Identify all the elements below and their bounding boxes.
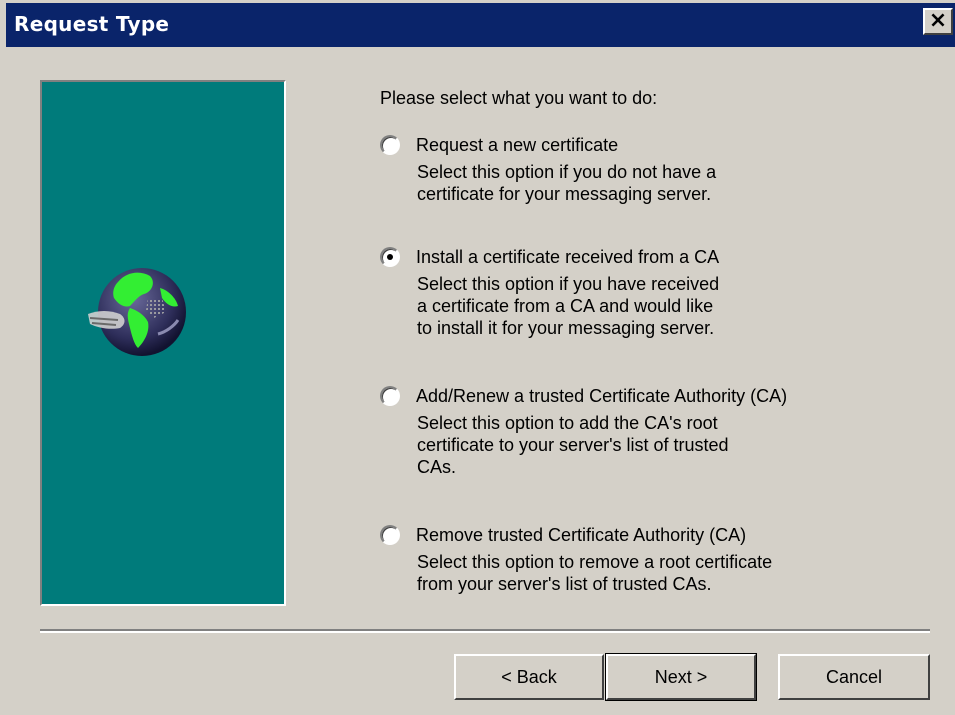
radio-row[interactable]: Request a new certificate (380, 132, 920, 158)
close-button[interactable]: × (923, 8, 953, 35)
description-line: certificate for your messaging server. (417, 184, 712, 204)
description-line: a certificate from a CA and would like (417, 296, 714, 316)
option-description: Select this option to add the CA's root … (417, 412, 920, 478)
option-label[interactable]: Remove trusted Certificate Authority (CA… (416, 525, 746, 546)
wizard-side-panel (40, 80, 286, 606)
option-description: Select this option to remove a root cert… (417, 551, 920, 595)
request-type-dialog: Request Type × Please select what you wa… (0, 0, 955, 715)
radio-request-new-certificate[interactable] (380, 135, 400, 155)
option-install-certificate: Install a certificate received from a CA… (380, 244, 920, 339)
cancel-button[interactable]: Cancel (778, 654, 930, 700)
back-button[interactable]: < Back (454, 654, 604, 700)
radio-row[interactable]: Install a certificate received from a CA (380, 244, 920, 270)
title-bar[interactable]: Request Type (0, 0, 955, 47)
close-icon: × (928, 8, 948, 33)
option-label[interactable]: Add/Renew a trusted Certificate Authorit… (416, 386, 787, 407)
globe-icon (88, 268, 186, 356)
option-description: Select this option if you have received … (417, 273, 920, 339)
instruction-text: Please select what you want to do: (380, 88, 658, 108)
radio-remove-trusted-ca[interactable] (380, 525, 400, 545)
separator (40, 629, 930, 633)
description-line: CAs. (417, 457, 457, 477)
radio-row[interactable]: Remove trusted Certificate Authority (CA… (380, 522, 920, 548)
description-line: Select this option if you have received (417, 274, 720, 294)
next-button[interactable]: Next > (605, 653, 757, 701)
option-label[interactable]: Install a certificate received from a CA (416, 247, 719, 268)
option-label[interactable]: Request a new certificate (416, 135, 618, 156)
description-line: certificate to your server's list of tru… (417, 435, 729, 455)
radio-install-certificate[interactable] (380, 247, 400, 267)
option-add-renew-trusted-ca: Add/Renew a trusted Certificate Authorit… (380, 383, 920, 478)
window-title: Request Type (14, 12, 170, 36)
option-remove-trusted-ca: Remove trusted Certificate Authority (CA… (380, 522, 920, 595)
description-line: to install it for your messaging server. (417, 318, 715, 338)
radio-add-renew-trusted-ca[interactable] (380, 386, 400, 406)
option-description: Select this option if you do not have a … (417, 161, 920, 205)
description-line: Select this option if you do not have a (417, 162, 717, 182)
radio-row[interactable]: Add/Renew a trusted Certificate Authorit… (380, 383, 920, 409)
option-request-new-certificate: Request a new certificate Select this op… (380, 132, 920, 205)
description-line: from your server's list of trusted CAs. (417, 574, 712, 594)
description-line: Select this option to add the CA's root (417, 413, 718, 433)
description-line: Select this option to remove a root cert… (417, 552, 773, 572)
